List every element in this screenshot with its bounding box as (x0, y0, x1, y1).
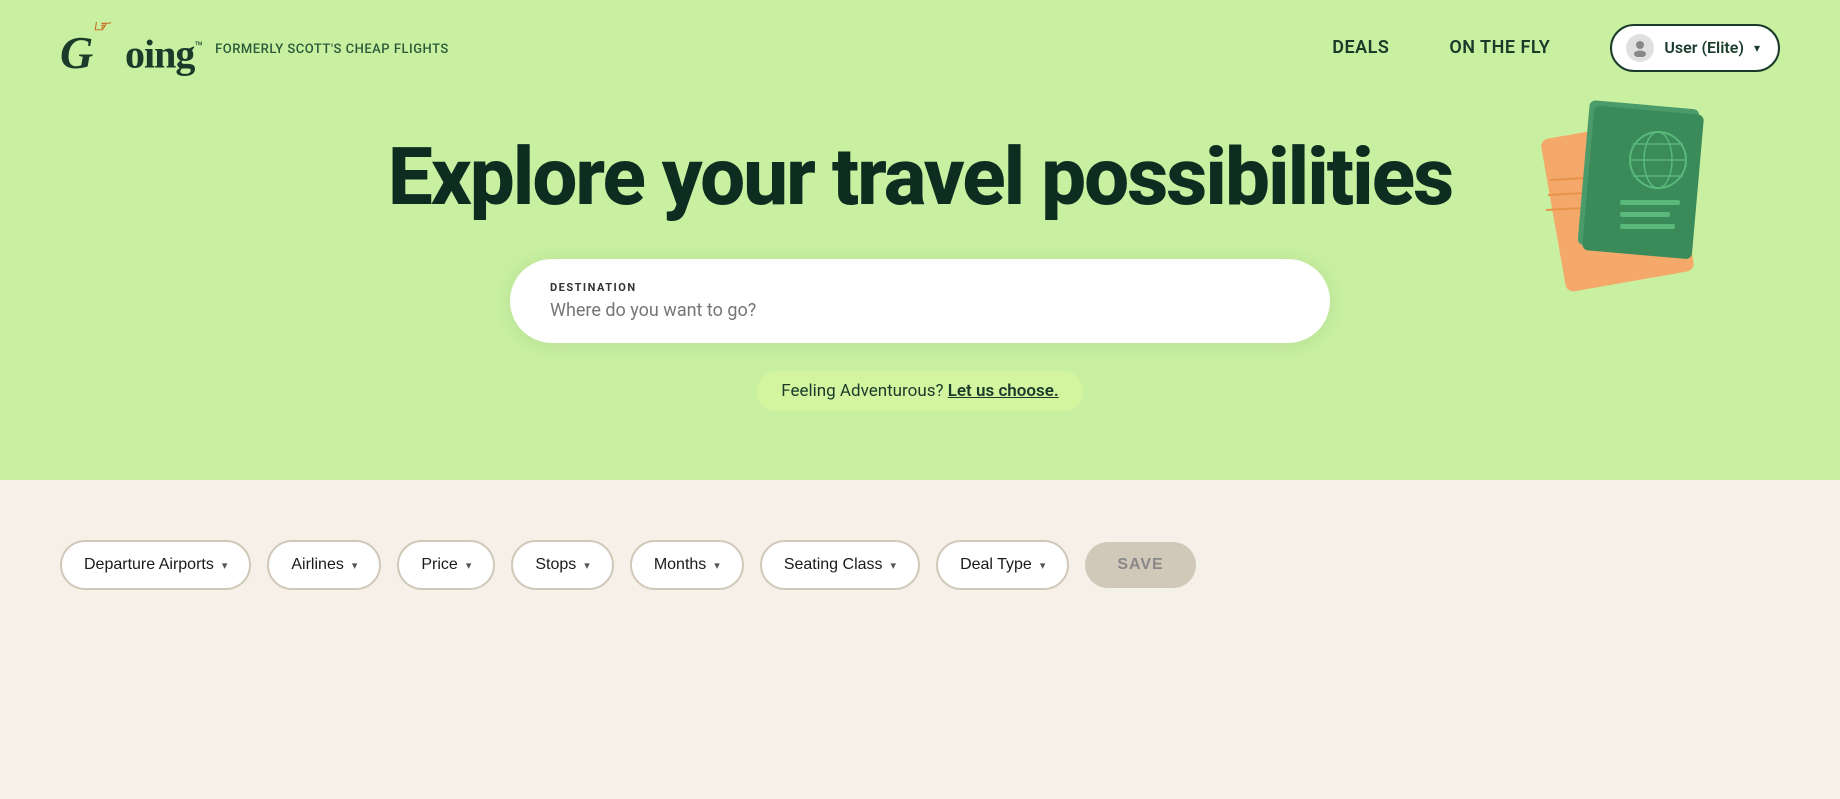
stops-filter[interactable]: Stops ▾ (511, 540, 613, 590)
svg-text:☞: ☞ (92, 22, 112, 37)
user-avatar-icon (1626, 34, 1654, 62)
price-filter[interactable]: Price ▾ (397, 540, 495, 590)
lower-section: Departure Airports ▾ Airlines ▾ Price ▾ … (0, 480, 1840, 799)
hero-section: ☞ G oing™ FORMERLY SCOTT'S CHEAP FLIGHTS… (0, 0, 1840, 480)
logo-area[interactable]: ☞ G oing™ FORMERLY SCOTT'S CHEAP FLIGHTS (60, 18, 449, 77)
seating-class-filter[interactable]: Seating Class ▾ (760, 540, 920, 590)
adventurous-section: Feeling Adventurous? Let us choose. (757, 371, 1083, 411)
navbar-right: DEALS ON THE FLY User (Elite) ▾ (1332, 24, 1780, 72)
price-chevron-icon: ▾ (466, 559, 472, 572)
seating-class-label: Seating Class (784, 556, 883, 574)
user-menu-button[interactable]: User (Elite) ▾ (1610, 24, 1780, 72)
filter-section: Departure Airports ▾ Airlines ▾ Price ▾ … (0, 480, 1840, 590)
on-the-fly-nav-link[interactable]: ON THE FLY (1449, 37, 1550, 58)
departure-airports-chevron-icon: ▾ (222, 559, 228, 572)
airlines-filter[interactable]: Airlines ▾ (267, 540, 381, 590)
svg-text:G: G (60, 27, 93, 74)
search-label: DESTINATION (550, 281, 1290, 294)
departure-airports-label: Departure Airports (84, 556, 214, 574)
deal-type-chevron-icon: ▾ (1040, 559, 1046, 572)
formerly-text: FORMERLY SCOTT'S CHEAP FLIGHTS (215, 42, 449, 57)
user-name-label: User (Elite) (1664, 38, 1744, 57)
months-chevron-icon: ▾ (714, 559, 720, 572)
stops-label: Stops (535, 556, 576, 574)
stops-chevron-icon: ▾ (584, 559, 590, 572)
seating-class-chevron-icon: ▾ (891, 559, 897, 572)
hero-title: Explore your travel possibilities (388, 135, 1452, 219)
trademark-symbol: ™ (194, 40, 203, 56)
adventurous-text: Feeling Adventurous? (781, 381, 943, 401)
departure-airports-filter[interactable]: Departure Airports ▾ (60, 540, 251, 590)
travel-illustration (1520, 80, 1720, 300)
price-label: Price (421, 556, 457, 574)
navbar: ☞ G oing™ FORMERLY SCOTT'S CHEAP FLIGHTS… (0, 0, 1840, 95)
search-box[interactable]: DESTINATION (510, 259, 1330, 343)
destination-search-input[interactable] (550, 300, 1290, 321)
deals-nav-link[interactable]: DEALS (1332, 37, 1389, 58)
deal-type-filter[interactable]: Deal Type ▾ (936, 540, 1069, 590)
formerly-label: FORMERLY SCOTT'S CHEAP FLIGHTS (215, 38, 449, 57)
airlines-label: Airlines (291, 556, 343, 574)
page-wrapper: ☞ G oing™ FORMERLY SCOTT'S CHEAP FLIGHTS… (0, 0, 1840, 799)
deal-type-label: Deal Type (960, 556, 1032, 574)
navbar-left: ☞ G oing™ FORMERLY SCOTT'S CHEAP FLIGHTS (60, 18, 449, 77)
months-filter[interactable]: Months ▾ (630, 540, 744, 590)
adventurous-badge: Feeling Adventurous? Let us choose. (757, 371, 1083, 411)
user-menu-chevron-icon: ▾ (1754, 41, 1760, 55)
let-us-choose-link[interactable]: Let us choose. (948, 381, 1059, 401)
save-button[interactable]: SAVE (1085, 542, 1195, 588)
airlines-chevron-icon: ▾ (352, 559, 358, 572)
going-logo: ☞ G oing™ (60, 18, 203, 77)
months-label: Months (654, 556, 706, 574)
